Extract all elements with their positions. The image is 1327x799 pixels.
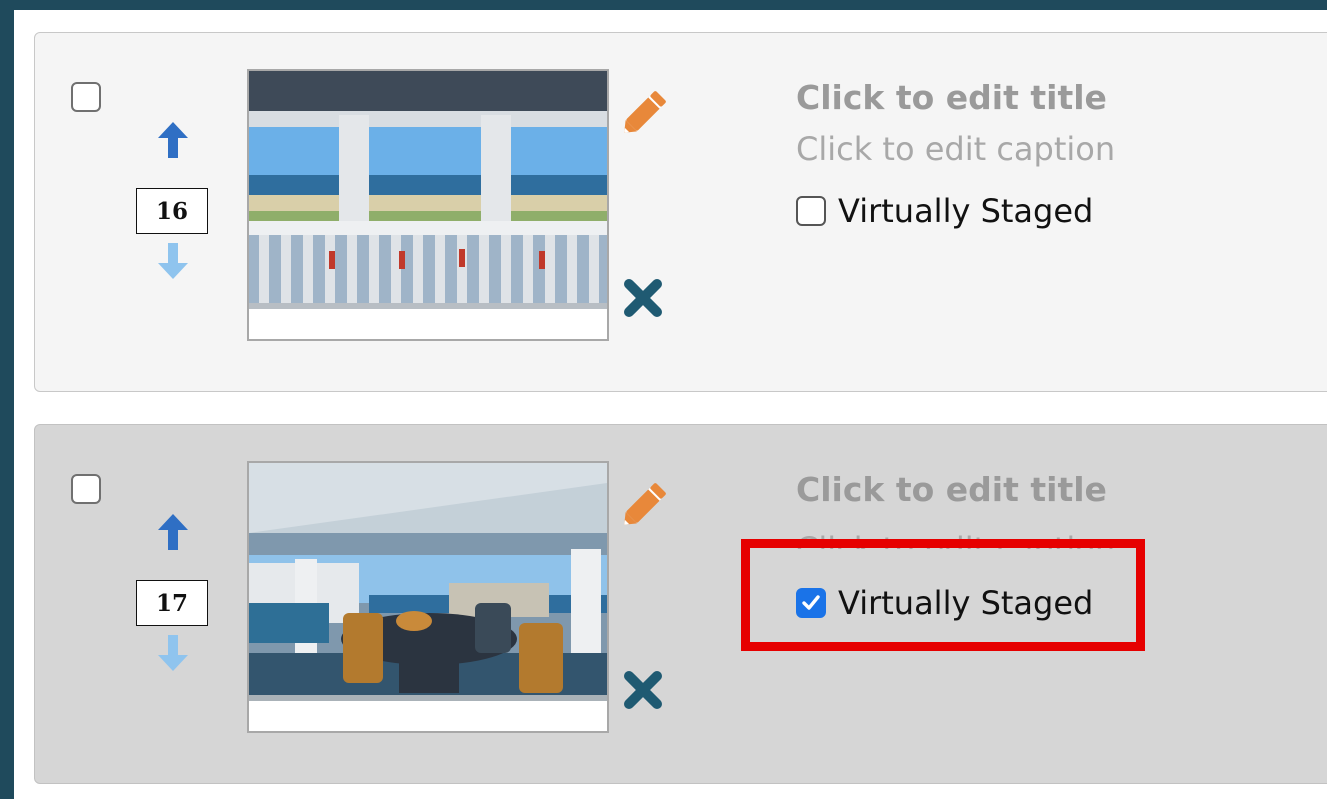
pencil-icon[interactable] (616, 477, 672, 533)
virtually-staged-label[interactable]: Virtually Staged (838, 192, 1093, 230)
photo-thumbnail[interactable] (247, 69, 609, 341)
photo-list-panel: 16 Click to edit title Click to edit cap… (14, 10, 1327, 799)
porch-dining-photo (249, 463, 607, 701)
photo-card: 16 Click to edit title Click to edit cap… (34, 32, 1327, 392)
photo-title-editable[interactable]: Click to edit title (796, 78, 1107, 117)
arrow-up-icon[interactable] (158, 122, 188, 158)
arrow-down-icon[interactable] (158, 635, 188, 671)
photo-title-editable[interactable]: Click to edit title (796, 470, 1107, 509)
photo-select-checkbox[interactable] (71, 474, 101, 504)
photo-thumbnail[interactable] (247, 461, 609, 733)
porch-ocean-photo (249, 71, 607, 309)
photo-order-number[interactable]: 16 (136, 188, 208, 234)
arrow-down-icon[interactable] (158, 243, 188, 279)
virtually-staged-option[interactable]: Virtually Staged (796, 190, 1093, 232)
arrow-up-icon[interactable] (158, 514, 188, 550)
photo-order-number[interactable]: 17 (136, 580, 208, 626)
virtually-staged-checkbox[interactable] (796, 196, 826, 226)
close-icon[interactable] (621, 668, 665, 712)
photo-select-checkbox[interactable] (71, 82, 101, 112)
highlight-annotation-box (741, 539, 1145, 651)
close-icon[interactable] (621, 276, 665, 320)
pencil-icon[interactable] (616, 85, 672, 141)
photo-caption-editable[interactable]: Click to edit caption (796, 130, 1115, 168)
